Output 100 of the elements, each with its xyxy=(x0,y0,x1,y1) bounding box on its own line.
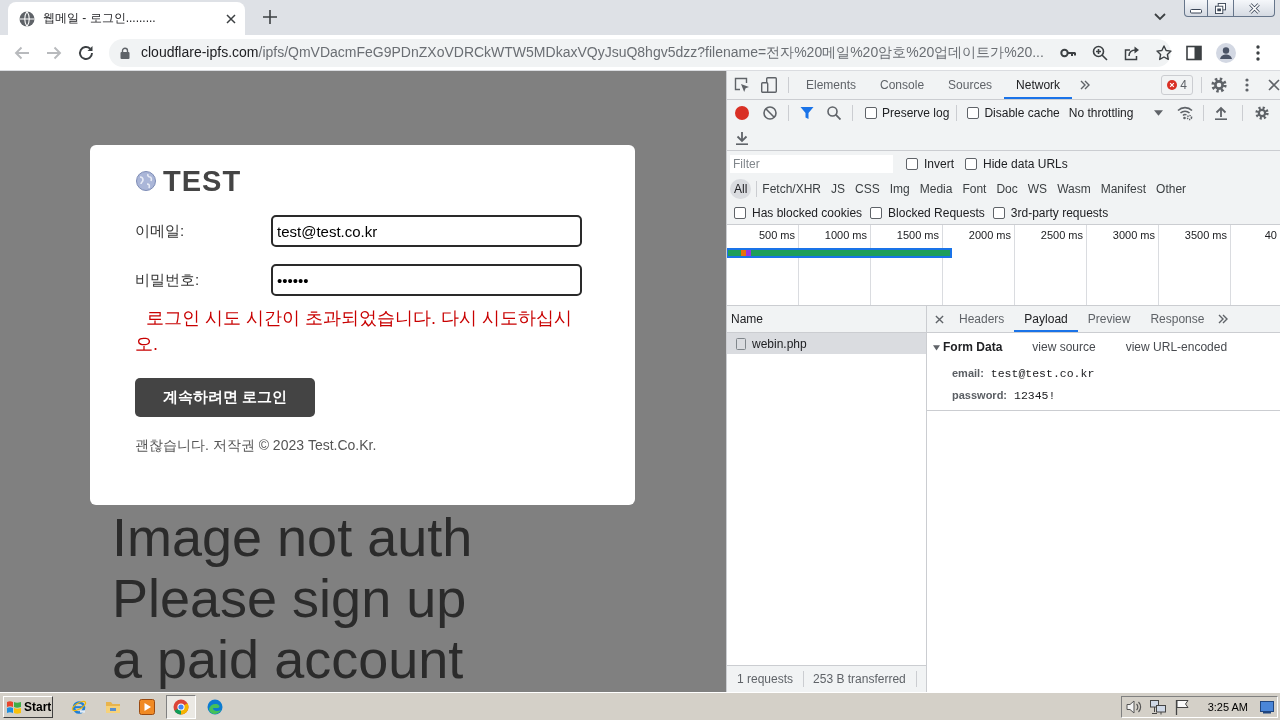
close-icon[interactable] xyxy=(226,13,236,24)
type-filter-button[interactable]: Doc xyxy=(992,179,1022,199)
type-filter-button[interactable]: All xyxy=(730,179,752,199)
menu-icon[interactable] xyxy=(1245,78,1249,92)
clock-text[interactable]: 3:25 AM xyxy=(1207,700,1248,713)
request-row[interactable]: webin.php xyxy=(727,333,926,354)
filter-icon[interactable] xyxy=(800,105,814,120)
type-filter-button[interactable]: Manifest xyxy=(1096,179,1151,199)
background-text: a paid account xyxy=(112,629,464,690)
error-icon xyxy=(1167,80,1178,90)
share-icon[interactable] xyxy=(1123,44,1140,61)
input-field[interactable]: test@test.co.kr xyxy=(271,215,582,247)
view-link[interactable]: view source xyxy=(1032,340,1096,354)
copyright-text: 괜찮습니다. 저작권 © 2023 Test.Co.Kr. xyxy=(135,437,377,453)
column-header[interactable]: Name xyxy=(731,312,763,326)
type-filter-button[interactable]: JS xyxy=(827,179,850,199)
wifi-settings-icon[interactable] xyxy=(1177,104,1194,121)
checkbox[interactable] xyxy=(870,206,883,219)
throttling-dropdown[interactable]: No throttling xyxy=(1068,105,1164,120)
detail-tab[interactable]: Payload xyxy=(1014,306,1078,332)
type-filter-button[interactable]: Media xyxy=(915,179,957,199)
login-button[interactable]: 계속하려면 로그인 xyxy=(135,378,315,417)
download-icon[interactable] xyxy=(735,130,749,145)
record-icon[interactable] xyxy=(735,105,749,120)
close-icon[interactable] xyxy=(935,314,944,324)
type-filter-button[interactable]: Wasm xyxy=(1053,179,1095,199)
clear-icon[interactable] xyxy=(763,105,777,120)
start-button[interactable]: Start xyxy=(3,695,53,718)
timeline-tick-label: 500 ms xyxy=(758,229,795,241)
checkbox[interactable] xyxy=(965,158,977,170)
network-icon[interactable] xyxy=(1149,698,1166,715)
close-button[interactable] xyxy=(1234,0,1275,17)
background-text: Image not auth xyxy=(112,507,473,568)
status-text: 253 B transferred xyxy=(813,672,906,686)
checkbox-label[interactable]: Has blocked cookies xyxy=(752,205,863,220)
restore-icon xyxy=(1215,2,1226,14)
type-filter-button[interactable]: Fetch/XHR xyxy=(758,179,826,199)
globe-icon xyxy=(136,171,156,191)
timeline-tick-label: 3500 ms xyxy=(1184,229,1227,241)
type-filter-button[interactable]: Font xyxy=(958,179,991,199)
checkbox-label[interactable]: Preserve log xyxy=(882,105,950,120)
close-icon[interactable] xyxy=(1268,79,1280,91)
status-text: 1 requests xyxy=(737,672,794,686)
minimize-icon xyxy=(1190,7,1202,14)
checkbox-label[interactable]: Invert xyxy=(924,157,954,171)
profile-avatar-icon[interactable] xyxy=(1216,42,1236,63)
flag-icon[interactable] xyxy=(1173,698,1190,715)
error-badge[interactable]: 4 xyxy=(1161,75,1193,95)
checkbox[interactable] xyxy=(992,206,1005,219)
address-bar[interactable]: cloudflare-ipfs.com/ipfs/QmVDacmFeG9PDnZXoVDRCkWTW5MDkaxVQyJsuQ8hgv5dzz?filename=전자%20메일%20암호%20업데이트가%20... xyxy=(109,38,1171,67)
star-icon[interactable] xyxy=(1155,44,1172,61)
devtools-tab[interactable]: Elements xyxy=(794,71,869,99)
type-filter-button[interactable]: Other xyxy=(1152,179,1191,199)
browser-tab[interactable]: 웹메일 - 로그인......... xyxy=(8,2,245,35)
disclosure-triangle-icon[interactable] xyxy=(933,343,940,351)
filter-field[interactable]: Filter xyxy=(730,155,893,173)
upload-icon[interactable] xyxy=(1214,105,1229,120)
type-filter-button[interactable]: CSS xyxy=(851,179,884,199)
search-icon[interactable] xyxy=(827,105,841,120)
section-title[interactable]: Form Data xyxy=(943,340,1003,354)
field-key: email: xyxy=(952,367,984,379)
settings-icon[interactable] xyxy=(1211,77,1227,93)
inspect-icon[interactable] xyxy=(734,77,750,93)
restore-button[interactable] xyxy=(1208,0,1234,17)
checkbox-label[interactable]: Disable cache xyxy=(984,105,1060,120)
devtools-tab[interactable]: Sources xyxy=(936,71,1005,99)
checkbox[interactable] xyxy=(865,106,877,119)
minimize-button[interactable] xyxy=(1184,0,1208,17)
input-field[interactable]: •••••• xyxy=(271,264,582,296)
type-filter-button[interactable]: Img xyxy=(885,179,914,199)
detail-tab[interactable]: Headers xyxy=(949,306,1015,332)
plus-icon[interactable] xyxy=(263,10,277,24)
devtools-tab[interactable]: Console xyxy=(868,71,937,99)
speaker-icon[interactable] xyxy=(1125,698,1142,715)
double-chevron-icon[interactable] xyxy=(1218,314,1229,324)
chevron-down-icon[interactable] xyxy=(1154,13,1166,21)
detail-tab[interactable]: Preview xyxy=(1077,306,1141,332)
settings-icon[interactable] xyxy=(1255,105,1270,120)
desktop-icon[interactable] xyxy=(1260,699,1274,714)
timeline-tick-label: 1500 ms xyxy=(896,229,939,241)
field-value: test@test.co.kr xyxy=(990,366,1095,380)
detail-tab[interactable]: Response xyxy=(1140,306,1215,332)
menu-icon[interactable] xyxy=(1256,44,1260,61)
device-icon[interactable] xyxy=(761,77,777,93)
checkbox-label[interactable]: Hide data URLs xyxy=(983,157,1068,171)
checkbox[interactable] xyxy=(734,206,746,219)
taskbar-button[interactable] xyxy=(166,694,196,719)
double-chevron-icon[interactable] xyxy=(1080,80,1091,90)
side-panel-icon[interactable] xyxy=(1186,44,1202,61)
timeline-tick-label: 2500 ms xyxy=(1040,229,1083,241)
timeline-tick-label: 1000 ms xyxy=(824,229,867,241)
view-link[interactable]: view URL-encoded xyxy=(1125,340,1228,354)
checkbox[interactable] xyxy=(906,158,918,170)
checkbox-label[interactable]: 3rd-party requests xyxy=(1010,205,1109,220)
zoom-in-icon[interactable] xyxy=(1091,44,1108,61)
caret-down-icon xyxy=(1154,109,1164,116)
type-filter-button[interactable]: WS xyxy=(1023,179,1052,199)
checkbox-label[interactable]: Blocked Requests xyxy=(888,205,985,220)
browser-logo-icon xyxy=(173,698,189,715)
checkbox[interactable] xyxy=(967,106,980,119)
